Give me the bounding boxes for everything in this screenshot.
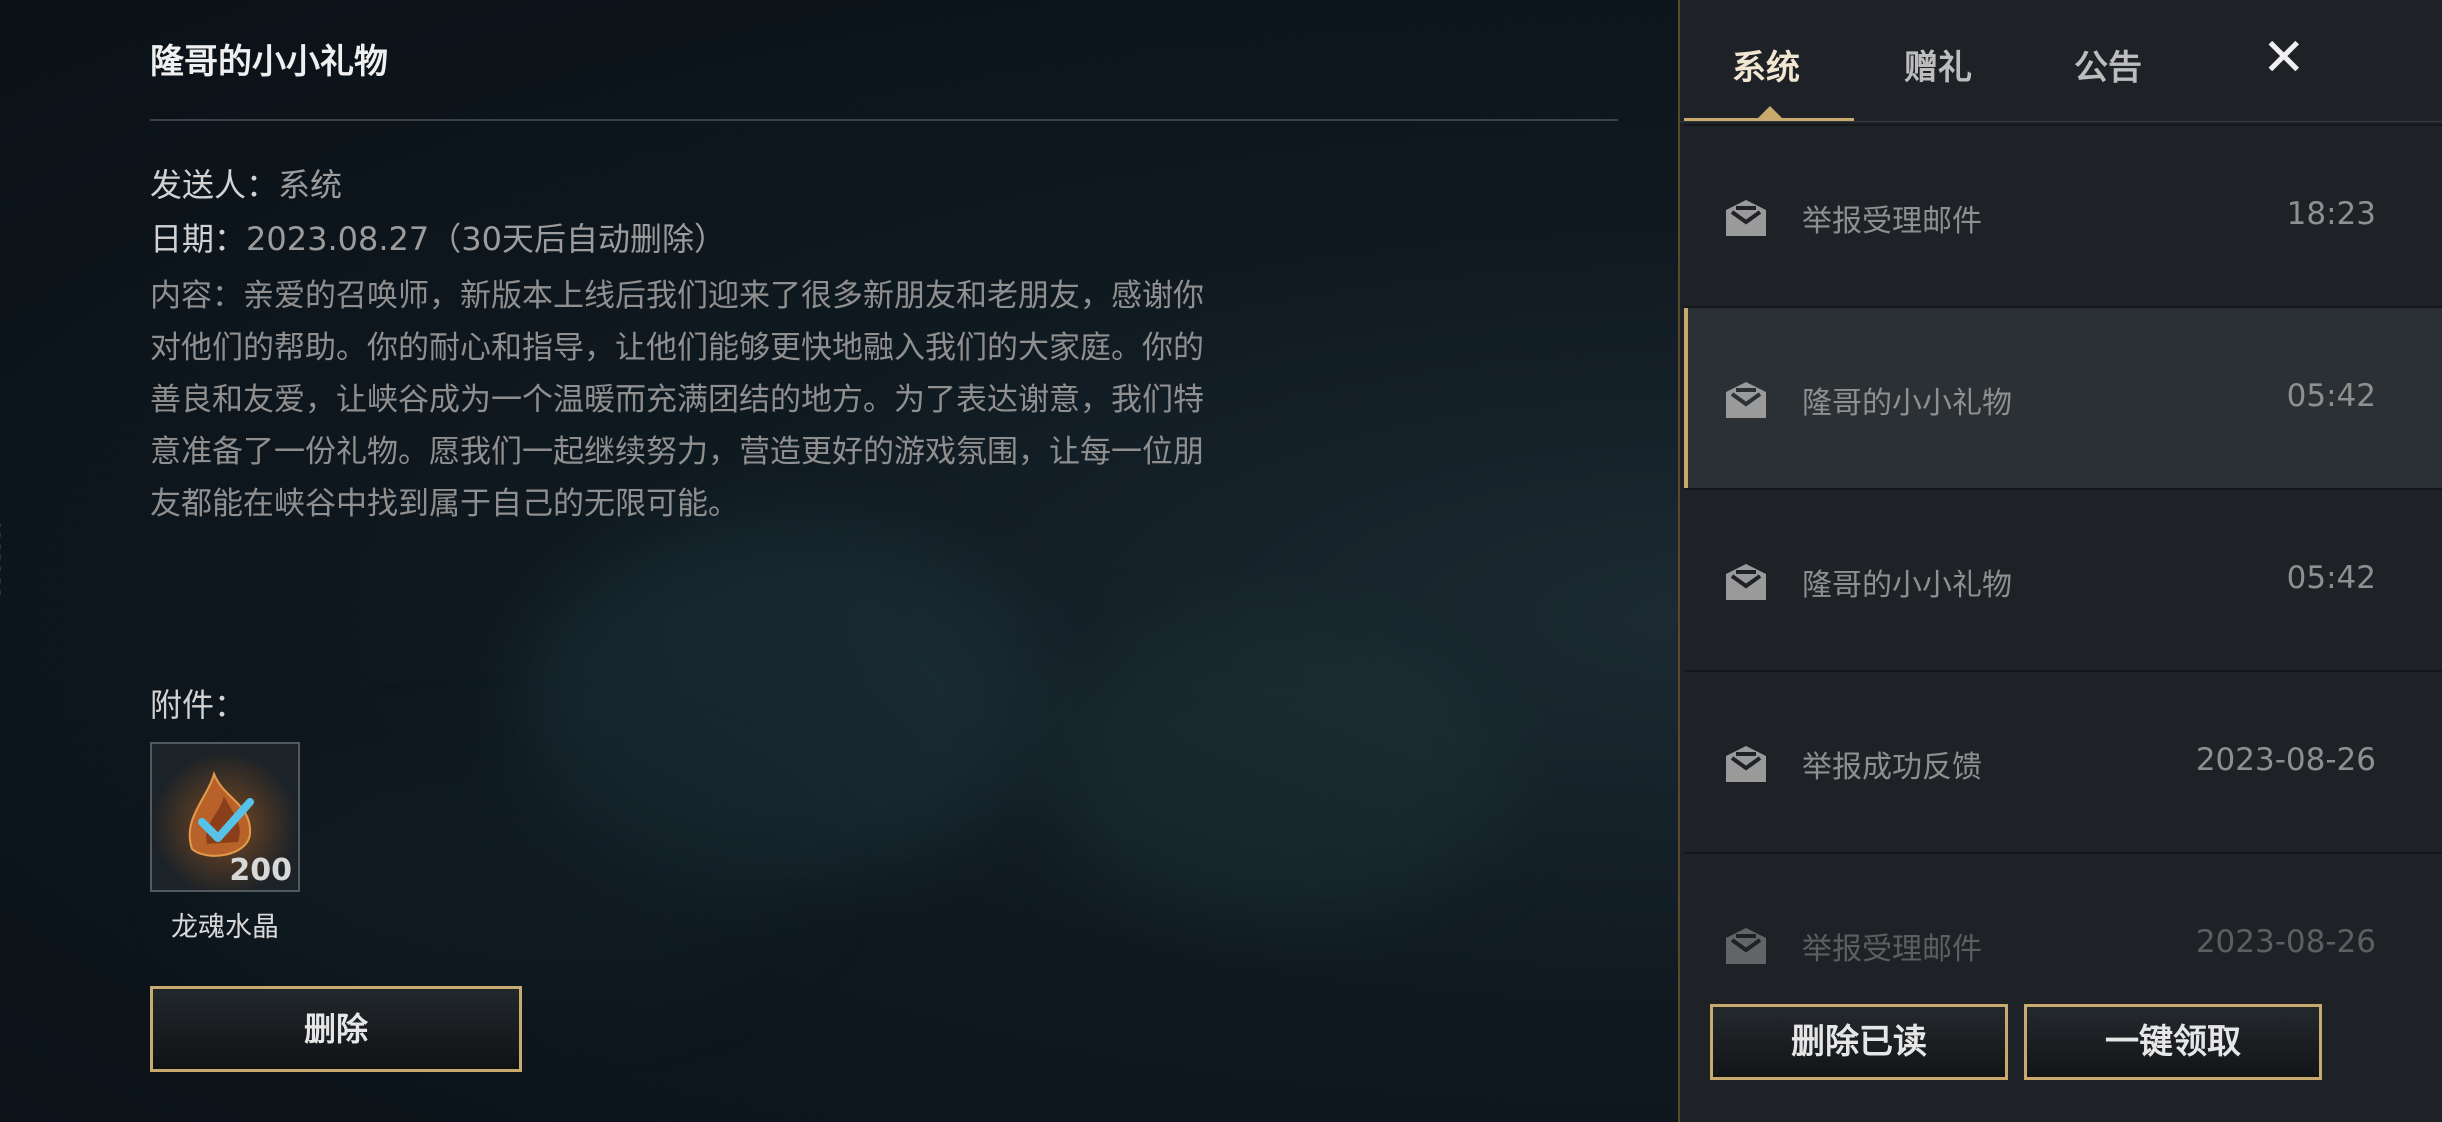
mail-icon <box>1726 928 1766 964</box>
mail-list-item[interactable]: 举报受理邮件 18:23 <box>1684 124 2442 306</box>
divider <box>150 119 1618 121</box>
attachment-item[interactable]: 200 <box>150 742 300 892</box>
mail-title: 隆哥的小小礼物 <box>150 42 388 82</box>
close-icon[interactable]: ✕ <box>2262 28 2306 88</box>
mail-list-item[interactable]: 举报成功反馈 2023-08-26 <box>1684 670 2442 852</box>
mail-subject: 隆哥的小小礼物 <box>1802 568 2012 603</box>
sender-label: 发送人： <box>150 166 279 204</box>
mail-list-item[interactable]: 隆哥的小小礼物 05:42 <box>1684 488 2442 670</box>
attachment-label: 附件： <box>150 686 247 724</box>
side-watermark-id: 4902108 <box>0 518 4 599</box>
mail-content: 内容：亲爱的召唤师，新版本上线后我们迎来了很多新朋友和老朋友，感谢你 对他们的帮… <box>150 270 1260 530</box>
content-line: 友都能在峡谷中找到属于自己的无限可能。 <box>150 486 739 522</box>
mail-time: 05:42 <box>2286 378 2376 414</box>
sender-value: 系统 <box>278 166 343 204</box>
mail-subject: 举报成功反馈 <box>1802 750 1982 785</box>
date-label: 日期： <box>150 220 247 258</box>
attachment-name: 龙魂水晶 <box>171 912 279 943</box>
mail-time: 18:23 <box>2286 196 2376 232</box>
tab-gift[interactable]: 赠礼 <box>1904 40 1972 89</box>
mail-icon <box>1726 200 1766 236</box>
mail-list-item[interactable]: 隆哥的小小礼物 05:42 <box>1684 306 2442 488</box>
date-value: 2023.08.27（30天后自动删除） <box>246 220 726 258</box>
mail-icon <box>1726 382 1766 418</box>
mail-time: 05:42 <box>2286 560 2376 596</box>
mail-icon <box>1726 746 1766 782</box>
tab-announcement[interactable]: 公告 <box>2074 40 2142 89</box>
delete-read-button[interactable]: 删除已读 <box>1710 1004 2008 1080</box>
claim-all-button[interactable]: 一键领取 <box>2024 1004 2322 1080</box>
content-line: 对他们的帮助。你的耐心和指导，让他们能够更快地融入我们的大家庭。你的 <box>150 330 1204 366</box>
delete-button[interactable]: 删除 <box>150 986 522 1072</box>
mail-subject: 举报受理邮件 <box>1802 932 1982 967</box>
attachment-count: 200 <box>229 853 292 888</box>
mail-list-panel: 系统 赠礼 公告 ✕ 举报受理邮件 18:23 隆哥的小小礼物 05:42 隆哥… <box>1678 0 2442 1122</box>
date-line: 日期：2023.08.27（30天后自动删除） <box>150 214 726 260</box>
sender-line: 发送人：系统 <box>150 160 342 206</box>
mail-subject: 举报受理邮件 <box>1802 204 1982 239</box>
tab-divider <box>1680 121 2442 122</box>
content-line: 意准备了一份礼物。愿我们一起继续努力，营造更好的游戏氛围，让每一位朋 <box>150 434 1204 470</box>
mail-detail: 隆哥的小小礼物 发送人：系统 日期：2023.08.27（30天后自动删除） 内… <box>150 0 1620 1122</box>
tab-system[interactable]: 系统 <box>1732 40 1800 89</box>
mail-time: 2023-08-26 <box>2195 742 2376 778</box>
mail-icon <box>1726 564 1766 600</box>
mail-subject: 隆哥的小小礼物 <box>1802 386 2012 421</box>
mail-time: 2023-08-26 <box>2195 924 2376 960</box>
content-line: 善良和友爱，让峡谷成为一个温暖而充满团结的地方。为了表达谢意，我们特 <box>150 382 1204 418</box>
content-line: 内容：亲爱的召唤师，新版本上线后我们迎来了很多新朋友和老朋友，感谢你 <box>150 278 1204 314</box>
active-tab-indicator-icon <box>1758 106 1782 118</box>
